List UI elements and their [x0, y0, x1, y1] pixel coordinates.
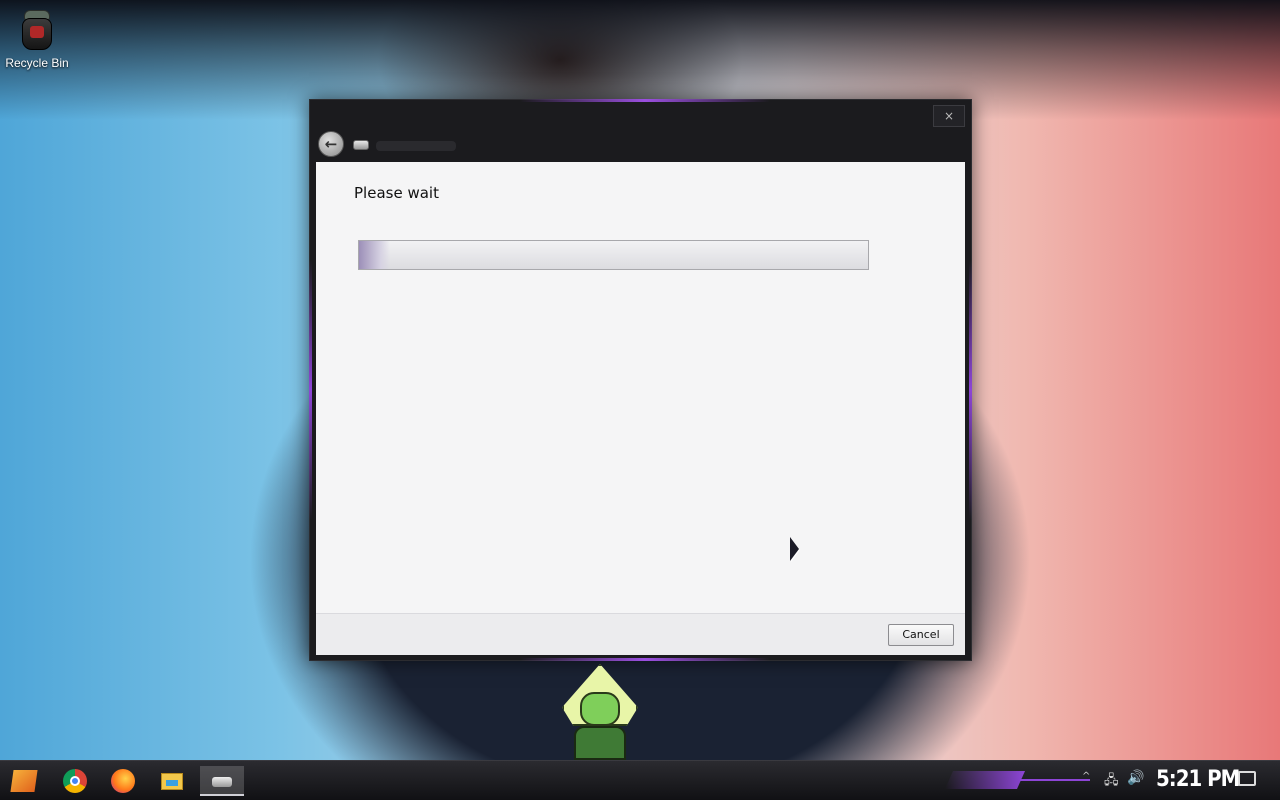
desktop-icon-recycle-bin[interactable]: Recycle Bin [4, 8, 70, 70]
close-button[interactable]: × [933, 105, 965, 127]
tray-overflow-chevron-icon[interactable]: ^ [1082, 771, 1090, 782]
window-accent-top [520, 99, 770, 102]
file-explorer-icon [161, 773, 183, 790]
drive-app-icon [212, 777, 232, 787]
taskbar-chrome[interactable] [57, 766, 93, 796]
taskbar-active-wizard[interactable] [200, 766, 244, 796]
page-heading: Please wait [354, 184, 439, 202]
dialog-footer: Cancel [316, 613, 965, 655]
firefox-icon [111, 769, 135, 793]
window-title-obscured [376, 141, 456, 151]
chrome-icon [63, 769, 87, 793]
notification-center-icon[interactable] [1238, 771, 1256, 786]
start-button[interactable] [6, 766, 42, 796]
back-button[interactable]: ← [318, 131, 344, 157]
drive-icon [353, 140, 369, 150]
character-sticker-image [560, 664, 640, 760]
window-accent-left [309, 260, 312, 520]
recycle-bin-label: Recycle Bin [5, 56, 69, 70]
taskbar-file-explorer[interactable] [154, 766, 190, 796]
window-accent-right [969, 260, 972, 520]
network-icon[interactable]: 🖧 [1104, 771, 1119, 793]
window-accent-bottom [520, 658, 770, 661]
mouse-cursor-icon [790, 537, 799, 561]
cancel-button[interactable]: Cancel [888, 624, 954, 646]
dialog-content: Please wait [316, 162, 965, 613]
recycle-bin-icon [20, 8, 54, 52]
start-icon [10, 770, 38, 792]
tray-accent-line [1020, 779, 1090, 781]
taskbar-firefox[interactable] [105, 766, 141, 796]
progress-bar-fill [359, 241, 390, 269]
taskbar: ^ 🖧 🔊 5:21 PM [0, 760, 1280, 800]
taskbar-clock[interactable]: 5:21 PM [1156, 767, 1240, 792]
volume-icon[interactable]: 🔊 [1127, 770, 1144, 786]
tray-accent-decoration [945, 771, 1025, 789]
progress-bar [358, 240, 869, 270]
wizard-dialog: × ← Please wait Cancel [309, 99, 972, 661]
